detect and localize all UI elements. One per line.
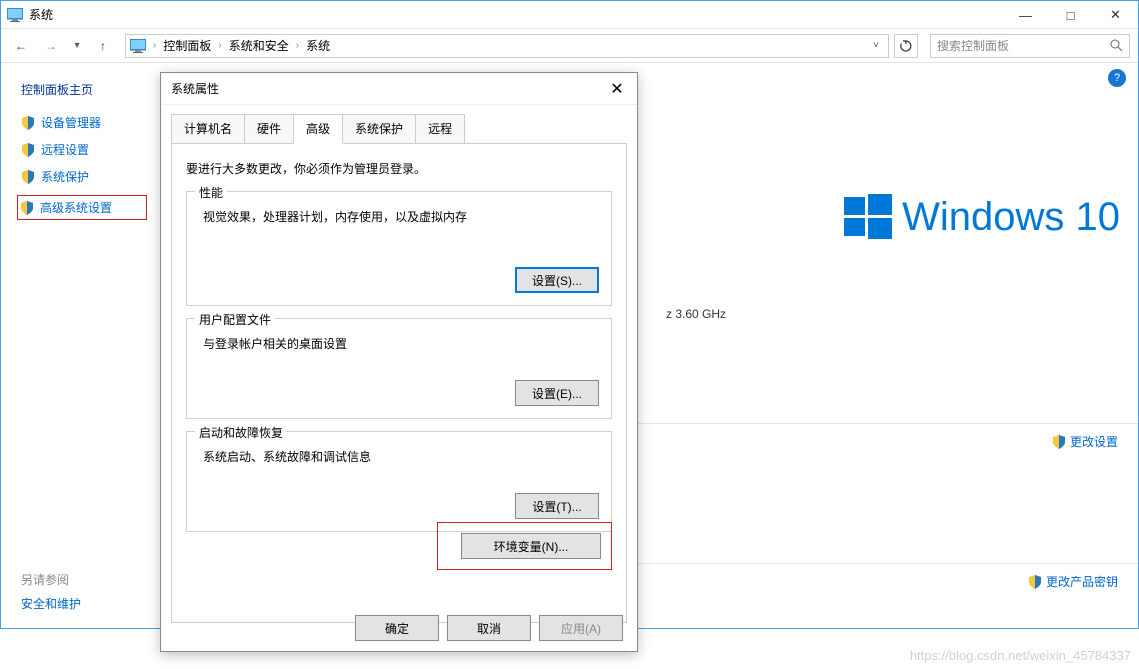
search-placeholder: 搜索控制面板 bbox=[937, 37, 1009, 54]
shield-icon bbox=[1052, 435, 1066, 449]
perf-settings-button[interactable]: 设置(S)... bbox=[515, 267, 599, 293]
tab-hardware[interactable]: 硬件 bbox=[244, 114, 294, 144]
dialog-title: 系统属性 bbox=[171, 80, 597, 97]
safety-link[interactable]: 安全和维护 bbox=[21, 595, 81, 612]
dialog-button-row: 确定 取消 应用(A) bbox=[355, 615, 623, 641]
shield-icon bbox=[1028, 575, 1042, 589]
tab-advanced[interactable]: 高级 bbox=[293, 114, 343, 144]
navbar: ← → ▾ ↑ › 控制面板 › 系统和安全 › 系统 ˅ 搜索控制面板 bbox=[1, 29, 1138, 63]
sidebar-item-remote[interactable]: 远程设置 bbox=[21, 141, 161, 158]
watermark-text: https://blog.csdn.net/weixin_45784337 bbox=[910, 648, 1131, 663]
sidebar-item-advanced[interactable]: 高级系统设置 bbox=[17, 195, 147, 220]
dialog-titlebar: 系统属性 ✕ bbox=[161, 73, 637, 105]
see-also-label: 另请参阅 bbox=[21, 571, 69, 588]
apply-button[interactable]: 应用(A) bbox=[539, 615, 623, 641]
shield-icon bbox=[21, 116, 35, 130]
monitor-icon bbox=[130, 39, 146, 53]
admin-note: 要进行大多数更改，你必须作为管理员登录。 bbox=[186, 160, 612, 177]
link-label: 更改产品密钥 bbox=[1046, 573, 1118, 590]
windows-logo-icon bbox=[844, 193, 892, 241]
window-controls: — □ ✕ bbox=[1003, 1, 1138, 29]
recent-dropdown-icon[interactable]: ▾ bbox=[69, 40, 85, 51]
group-text: 系统启动、系统故障和调试信息 bbox=[203, 448, 599, 465]
group-title: 用户配置文件 bbox=[195, 311, 275, 328]
system-properties-dialog: 系统属性 ✕ 计算机名 硬件 高级 系统保护 远程 要进行大多数更改，你必须作为… bbox=[160, 72, 638, 652]
sidebar-item-protection[interactable]: 系统保护 bbox=[21, 168, 161, 185]
shield-icon bbox=[21, 170, 35, 184]
tab-computer-name[interactable]: 计算机名 bbox=[171, 114, 245, 144]
minimize-button[interactable]: — bbox=[1003, 1, 1048, 29]
breadcrumb-item[interactable]: 系统和安全 bbox=[227, 37, 291, 54]
chevron-right-icon: › bbox=[215, 40, 224, 51]
maximize-button[interactable]: □ bbox=[1048, 1, 1093, 29]
startup-settings-button[interactable]: 设置(T)... bbox=[515, 493, 599, 519]
sidebar-title[interactable]: 控制面板主页 bbox=[21, 81, 161, 98]
performance-group: 性能 视觉效果，处理器计划，内存使用，以及虚拟内存 设置(S)... bbox=[186, 191, 612, 306]
breadcrumb-item[interactable]: 控制面板 bbox=[161, 37, 213, 54]
change-product-key-link[interactable]: 更改产品密钥 bbox=[1028, 573, 1118, 590]
breadcrumb-item[interactable]: 系统 bbox=[304, 37, 332, 54]
profile-settings-button[interactable]: 设置(E)... bbox=[515, 380, 599, 406]
link-label: 更改设置 bbox=[1070, 433, 1118, 450]
titlebar: 系统 — □ ✕ bbox=[1, 1, 1138, 29]
group-text: 视觉效果，处理器计划，内存使用，以及虚拟内存 bbox=[203, 208, 599, 225]
sidebar-item-device-manager[interactable]: 设备管理器 bbox=[21, 114, 161, 131]
chevron-right-icon: › bbox=[150, 40, 159, 51]
windows-brand: Windows 10 bbox=[844, 193, 1120, 241]
shield-icon bbox=[21, 143, 35, 157]
back-button[interactable]: ← bbox=[9, 34, 33, 58]
close-button[interactable]: ✕ bbox=[1093, 1, 1138, 29]
sidebar-item-label: 设备管理器 bbox=[41, 114, 101, 131]
cpu-ghz-text: z 3.60 GHz bbox=[666, 307, 726, 321]
group-title: 启动和故障恢复 bbox=[195, 424, 287, 441]
chevron-down-icon[interactable]: ˅ bbox=[868, 40, 884, 51]
cancel-button[interactable]: 取消 bbox=[447, 615, 531, 641]
group-text: 与登录帐户相关的桌面设置 bbox=[203, 335, 599, 352]
env-variables-highlight: 环境变量(N)... bbox=[437, 522, 612, 570]
forward-button[interactable]: → bbox=[39, 34, 63, 58]
search-icon bbox=[1110, 39, 1123, 52]
sidebar-item-label: 高级系统设置 bbox=[40, 199, 112, 216]
sidebar-item-label: 系统保护 bbox=[41, 168, 89, 185]
startup-recovery-group: 启动和故障恢复 系统启动、系统故障和调试信息 设置(T)... bbox=[186, 431, 612, 532]
help-icon[interactable]: ? bbox=[1108, 69, 1126, 87]
tab-panel-advanced: 要进行大多数更改，你必须作为管理员登录。 性能 视觉效果，处理器计划，内存使用，… bbox=[171, 143, 627, 623]
up-button[interactable]: ↑ bbox=[91, 34, 115, 58]
tab-strip: 计算机名 硬件 高级 系统保护 远程 bbox=[161, 105, 637, 143]
refresh-button[interactable] bbox=[894, 34, 918, 58]
refresh-icon bbox=[900, 40, 912, 52]
tab-remote[interactable]: 远程 bbox=[415, 114, 465, 144]
ok-button[interactable]: 确定 bbox=[355, 615, 439, 641]
search-input[interactable]: 搜索控制面板 bbox=[930, 34, 1130, 58]
chevron-right-icon: › bbox=[293, 40, 302, 51]
change-settings-link[interactable]: 更改设置 bbox=[1052, 433, 1118, 450]
sidebar: 控制面板主页 设备管理器 远程设置 系统保护 高级系统设置 bbox=[1, 63, 161, 628]
group-title: 性能 bbox=[195, 184, 227, 201]
dialog-close-button[interactable]: ✕ bbox=[597, 73, 637, 105]
sidebar-item-label: 远程设置 bbox=[41, 141, 89, 158]
user-profile-group: 用户配置文件 与登录帐户相关的桌面设置 设置(E)... bbox=[186, 318, 612, 419]
shield-icon bbox=[20, 201, 34, 215]
window-title: 系统 bbox=[29, 6, 1132, 23]
windows-brand-text: Windows 10 bbox=[902, 195, 1120, 240]
tab-system-protection[interactable]: 系统保护 bbox=[342, 114, 416, 144]
env-variables-button[interactable]: 环境变量(N)... bbox=[461, 533, 601, 559]
breadcrumb[interactable]: › 控制面板 › 系统和安全 › 系统 ˅ bbox=[125, 34, 889, 58]
system-icon bbox=[7, 8, 23, 22]
